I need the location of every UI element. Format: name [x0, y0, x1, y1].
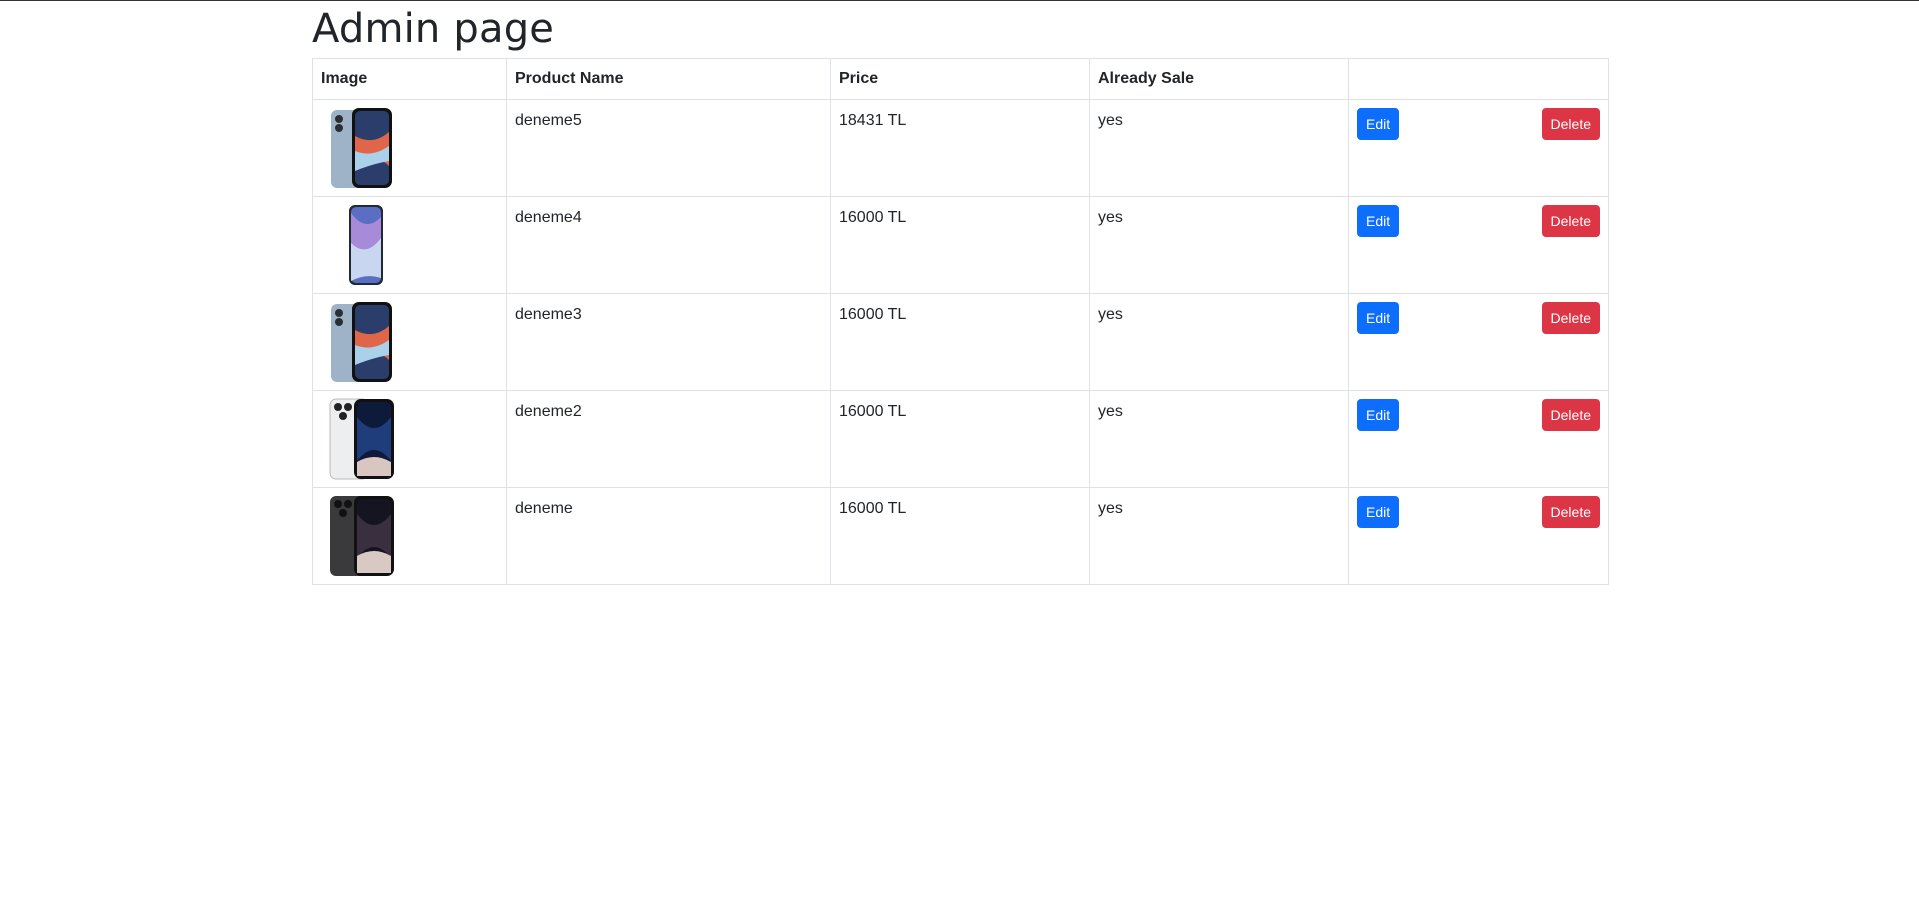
page-title: Admin page	[312, 6, 555, 52]
product-sale-status: yes	[1089, 196, 1349, 294]
edit-button[interactable]: Edit	[1357, 302, 1400, 334]
header-product-name: Product Name	[506, 58, 831, 100]
product-sale-status: yes	[1089, 487, 1349, 585]
delete-button[interactable]: Delete	[1541, 108, 1600, 140]
table-row: deneme 16000 TL yes Edit Delete	[312, 487, 1609, 585]
product-name: deneme2	[506, 390, 831, 488]
delete-button[interactable]: Delete	[1541, 302, 1600, 334]
actions-cell: Edit Delete	[1348, 487, 1609, 585]
product-name: deneme4	[506, 196, 831, 294]
product-price: 18431 TL	[830, 99, 1090, 197]
actions-cell: Edit Delete	[1348, 390, 1609, 488]
delete-button[interactable]: Delete	[1541, 205, 1600, 237]
actions-cell: Edit Delete	[1348, 293, 1609, 391]
actions-cell: Edit Delete	[1348, 196, 1609, 294]
product-image-cell	[312, 293, 507, 391]
product-image	[330, 496, 394, 576]
product-price: 16000 TL	[830, 293, 1090, 391]
table-row: deneme3 16000 TL yes Edit Delete	[312, 293, 1609, 391]
product-image	[331, 108, 392, 188]
edit-button[interactable]: Edit	[1357, 399, 1400, 431]
header-already-sale: Already Sale	[1089, 58, 1349, 100]
table-header-row: Image Product Name Price Already Sale	[312, 58, 1609, 100]
delete-button[interactable]: Delete	[1541, 399, 1600, 431]
product-sale-status: yes	[1089, 390, 1349, 488]
table-row: deneme4 16000 TL yes Edit Delete	[312, 196, 1609, 294]
product-image	[329, 398, 394, 480]
header-price: Price	[830, 58, 1090, 100]
product-price: 16000 TL	[830, 487, 1090, 585]
product-price: 16000 TL	[830, 196, 1090, 294]
product-image	[349, 205, 383, 285]
products-table: Image Product Name Price Already Sale de…	[312, 58, 1609, 585]
product-image	[331, 302, 392, 382]
product-sale-status: yes	[1089, 99, 1349, 197]
edit-button[interactable]: Edit	[1357, 108, 1400, 140]
header-actions	[1348, 58, 1609, 100]
product-name: deneme5	[506, 99, 831, 197]
edit-button[interactable]: Edit	[1357, 205, 1400, 237]
product-image-cell	[312, 196, 507, 294]
delete-button[interactable]: Delete	[1541, 496, 1600, 528]
actions-cell: Edit Delete	[1348, 99, 1609, 197]
header-image: Image	[312, 58, 507, 100]
table-row: deneme2 16000 TL yes Edit Delete	[312, 390, 1609, 488]
product-image-cell	[312, 99, 507, 197]
product-price: 16000 TL	[830, 390, 1090, 488]
product-sale-status: yes	[1089, 293, 1349, 391]
table-row: deneme5 18431 TL yes Edit Delete	[312, 99, 1609, 197]
product-image-cell	[312, 487, 507, 585]
edit-button[interactable]: Edit	[1357, 496, 1400, 528]
product-name: deneme3	[506, 293, 831, 391]
product-image-cell	[312, 390, 507, 488]
admin-container: Admin page Image Product Name Price Alre…	[312, 1, 1609, 585]
product-name: deneme	[506, 487, 831, 585]
